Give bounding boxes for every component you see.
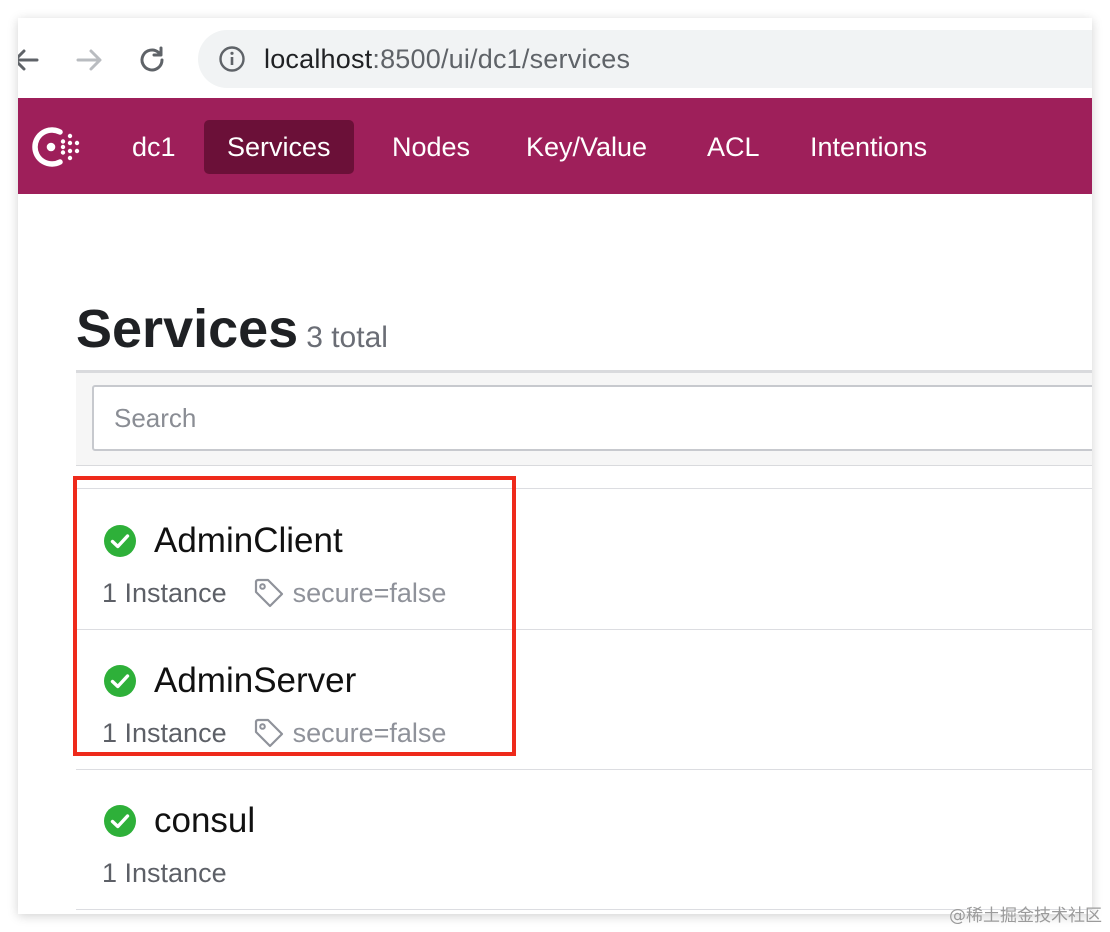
service-name[interactable]: AdminServer (154, 661, 356, 701)
consul-logo[interactable] (26, 121, 84, 173)
datacenter-selector[interactable]: dc1 (109, 120, 199, 174)
tag-icon (254, 718, 283, 748)
page-title: Services 3 total (76, 296, 388, 371)
arrow-right-icon (76, 49, 102, 71)
reload-button[interactable] (130, 38, 174, 82)
page-title-text: Services (76, 299, 299, 359)
back-button[interactable] (18, 38, 48, 82)
service-count: 3 total (306, 321, 388, 354)
check-circle-icon (104, 805, 136, 837)
url-path: :8500/ui/dc1/services (372, 43, 631, 74)
service-header: AdminClient (104, 521, 343, 561)
service-meta: 1 Instance (102, 857, 227, 889)
service-name[interactable]: AdminClient (154, 521, 343, 561)
browser-toolbar: localhost:8500/ui/dc1/services (18, 18, 1092, 99)
nav-key-value[interactable]: Key/Value (503, 120, 670, 174)
browser-window: localhost:8500/ui/dc1/services dc1 Servi… (18, 18, 1092, 914)
service-tag: secure=false (292, 578, 447, 608)
forward-button[interactable] (67, 38, 111, 82)
check-circle-icon (104, 525, 136, 557)
service-row-consul[interactable]: consul 1 Instance (76, 769, 1092, 910)
service-meta: 1 Instance secure=false (102, 717, 446, 749)
instance-count: 1 Instance (102, 858, 227, 888)
search-toolbar (76, 370, 1092, 466)
check-circle-icon (104, 665, 136, 697)
tag-icon (254, 578, 283, 608)
service-header: AdminServer (104, 661, 356, 701)
service-row-adminserver[interactable]: AdminServer 1 Instance secure=false (76, 629, 1092, 770)
service-name[interactable]: consul (154, 801, 255, 841)
reload-icon (140, 46, 164, 72)
watermark: @稀土掘金技术社区 (949, 906, 1102, 926)
info-icon[interactable] (218, 45, 246, 73)
search-input[interactable] (92, 385, 1092, 451)
address-bar[interactable]: localhost:8500/ui/dc1/services (198, 30, 1092, 88)
nav-intentions[interactable]: Intentions (787, 120, 950, 174)
nav-services[interactable]: Services (204, 120, 354, 174)
nav-nodes[interactable]: Nodes (369, 120, 493, 174)
nav-acl[interactable]: ACL (684, 120, 783, 174)
instance-count: 1 Instance (102, 578, 227, 608)
service-tag: secure=false (292, 718, 447, 748)
url-text: localhost:8500/ui/dc1/services (264, 44, 630, 75)
instance-count: 1 Instance (102, 718, 227, 748)
service-row-adminclient[interactable]: AdminClient 1 Instance secure=false (76, 489, 1092, 630)
url-host: localhost (264, 43, 373, 74)
arrow-left-icon (18, 49, 39, 71)
main-navigation: dc1 Services Nodes Key/Value ACL Intenti… (18, 98, 1092, 194)
service-meta: 1 Instance secure=false (102, 577, 446, 609)
service-header: consul (104, 801, 255, 841)
